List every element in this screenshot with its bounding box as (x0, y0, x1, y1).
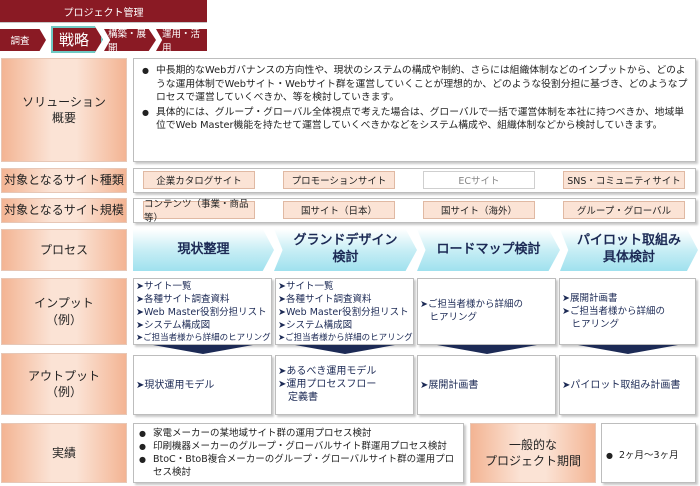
output-cell-current-state: ➤現状運用モデル (136, 379, 270, 392)
step-operate-utilize[interactable]: 運用・活用 (156, 29, 207, 51)
input-item: ➤展開計画書 (562, 293, 618, 304)
solution-text: 中長期的なWebガバナンスの方向性や、現状のシステムの構成や制約、さらには組織体… (142, 64, 692, 134)
row-label-output: アウトプット （例） (1, 353, 127, 415)
input-item: ヒアリング (562, 319, 620, 330)
process-step-pilot[interactable]: パイロット取組み 具体検討 (560, 229, 698, 271)
result-item: 印刷機器メーカーのグループ・グローバルサイト群運用プロセス検討 (139, 440, 459, 453)
site-scale-chip[interactable]: 国サイト（日本） (283, 201, 395, 219)
project-period-value: ● 2ヶ月〜3ヶ月 (606, 447, 679, 461)
row-label-site-scale: 対象となるサイト規模 (1, 198, 127, 223)
solution-bullet: 具体的には、グループ・グローバル全体視点で考えた場合は、グローバルで一括で運営体… (142, 106, 692, 133)
input-item: ➤ご担当者様から詳細の (420, 299, 523, 310)
input-item: ➤サイト一覧 (136, 281, 192, 292)
row-label-results: 実績 (1, 423, 127, 483)
row-label-input: インプット （例） (1, 278, 127, 345)
input-cell-pilot: ➤展開計画書 ➤ご担当者様から詳細の ヒアリング (562, 292, 694, 331)
output-item: ➤展開計画書 (420, 380, 479, 391)
input-item: ➤Web Master役割分担リスト (136, 307, 267, 318)
output-item: ➤運用プロセスフロー (278, 379, 377, 390)
site-type-chip-inactive[interactable]: ECサイト (423, 171, 535, 189)
site-type-chip[interactable]: SNS・コミュニティサイト (563, 171, 685, 189)
project-period-text: 2ヶ月〜3ヶ月 (619, 450, 679, 461)
output-cell-grand-design: ➤あるべき運用モデル ➤運用プロセスフロー 定義書 (278, 365, 412, 404)
site-scale-chip[interactable]: 国サイト（海外） (423, 201, 535, 219)
result-item: BtoC・BtoB複合メーカーのグループ・グローバルサイト群の運用プロセス検討 (139, 453, 459, 479)
row-label-project-period: 一般的な プロジェクト期間 (470, 423, 596, 483)
output-item: ➤パイロット取組み計画書 (562, 380, 681, 391)
flow-down-arrow (153, 345, 253, 354)
flow-down-arrow (578, 345, 678, 354)
input-cell-roadmap: ➤ご担当者様から詳細の ヒアリング (420, 298, 554, 324)
results-list: 家電メーカーの某地域サイト群の運用プロセス検討 印刷機器メーカーのグループ・グロ… (139, 427, 459, 479)
output-cell-pilot: ➤パイロット取組み計画書 (562, 379, 694, 392)
flow-down-arrow (437, 345, 537, 354)
input-item: ➤各種サイト調査資料 (136, 294, 230, 305)
output-item: ➤現状運用モデル (136, 380, 215, 391)
step-research[interactable]: 調査 (0, 29, 46, 51)
input-cell-current-state: ➤サイト一覧 ➤各種サイト調査資料 ➤Web Master役割分担リスト ➤シス… (136, 280, 271, 345)
process-step-current-state[interactable]: 現状整理 (133, 229, 274, 271)
input-item: ➤サイト一覧 (278, 281, 334, 292)
row-label-solution: ソリューション 概要 (1, 58, 127, 162)
flow-down-arrow (295, 345, 395, 354)
step-strategy-active[interactable]: 戦略 (51, 26, 103, 53)
process-step-roadmap[interactable]: ロードマップ検討 (417, 229, 560, 271)
input-item: ヒアリング (420, 312, 478, 323)
input-item: ➤システム構成図 (136, 320, 211, 331)
site-scale-chip[interactable]: グループ・グローバル (563, 201, 685, 219)
process-step-grand-design[interactable]: グランドデザイン 検討 (274, 229, 417, 271)
input-item: ➤ご担当者様から詳細の (562, 306, 665, 317)
input-item: ➤ご担当者様から詳細のヒアリング (136, 333, 271, 343)
step-build-deploy[interactable]: 構築・展開 (104, 29, 156, 51)
input-item: ➤各種サイト調査資料 (278, 294, 372, 305)
header-divider (0, 22, 207, 23)
bullet-icon: ● (606, 451, 613, 460)
input-item: ➤システム構成図 (278, 320, 353, 331)
site-type-chip[interactable]: 企業カタログサイト (143, 171, 255, 189)
output-item: 定義書 (278, 392, 318, 403)
result-item: 家電メーカーの某地域サイト群の運用プロセス検討 (139, 427, 459, 440)
input-item: ➤Web Master役割分担リスト (278, 307, 409, 318)
site-scale-chip[interactable]: コンテンツ（事業・商品等） (143, 199, 255, 224)
site-type-chip[interactable]: プロモーションサイト (283, 171, 395, 189)
project-management-title: プロジェクト管理 (0, 0, 207, 22)
output-cell-roadmap: ➤展開計画書 (420, 379, 554, 392)
row-label-process: プロセス (1, 229, 127, 271)
solution-bullet: 中長期的なWebガバナンスの方向性や、現状のシステムの構成や制約、さらには組織体… (142, 64, 692, 105)
input-item: ➤ご担当者様から詳細のヒアリング (278, 333, 413, 343)
input-cell-grand-design: ➤サイト一覧 ➤各種サイト調査資料 ➤Web Master役割分担リスト ➤シス… (278, 280, 413, 345)
output-item: ➤あるべき運用モデル (278, 366, 377, 377)
row-label-site-type: 対象となるサイト種類 (1, 168, 127, 193)
